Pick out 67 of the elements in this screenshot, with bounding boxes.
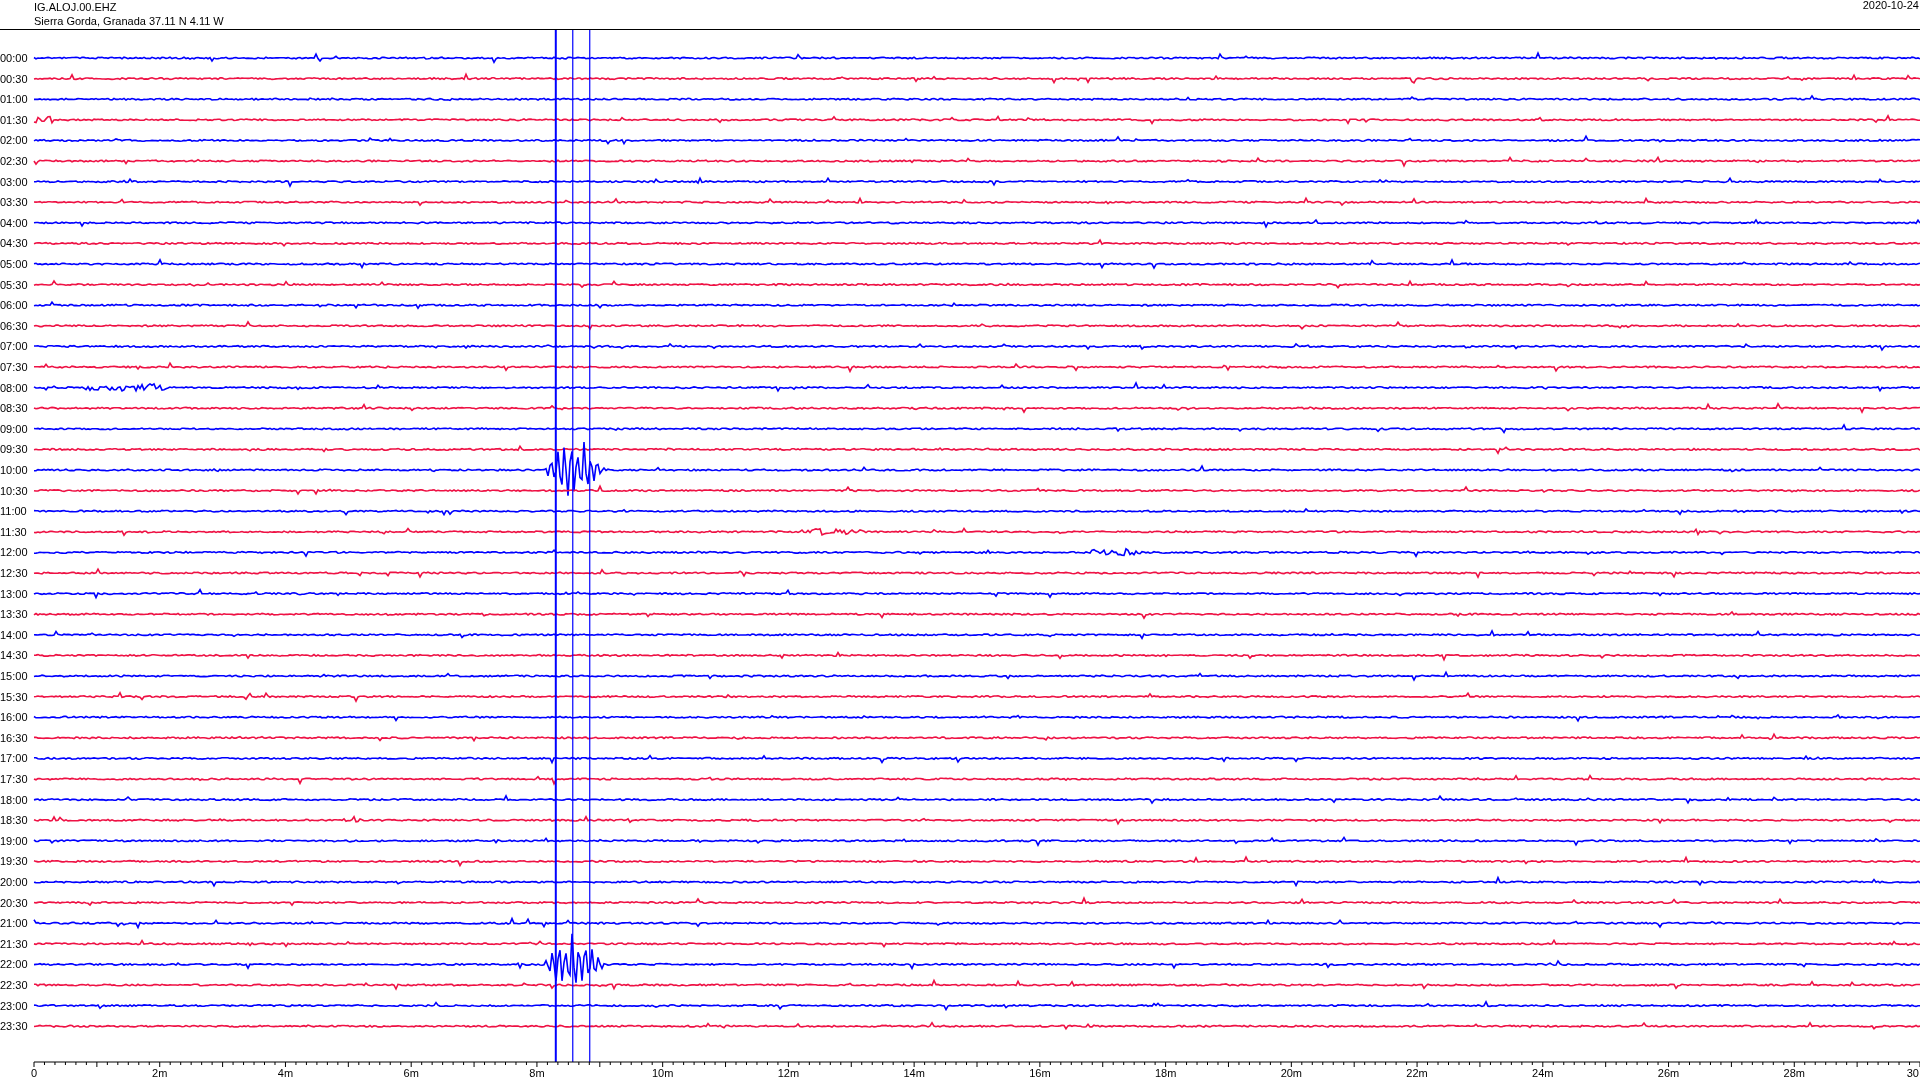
time-label: 00:30 <box>0 72 28 85</box>
time-label: 08:30 <box>0 402 28 415</box>
axis-tick-label: 2m <box>152 1067 168 1079</box>
time-label: 14:30 <box>0 649 28 662</box>
time-label: 07:30 <box>0 361 28 373</box>
time-label: 00:00 <box>0 52 28 64</box>
time-label: 15:30 <box>0 690 28 703</box>
time-label: 20:00 <box>0 876 28 888</box>
time-label: 01:00 <box>0 93 28 106</box>
time-label: 10:00 <box>0 464 28 476</box>
time-label: 23:00 <box>0 999 28 1012</box>
axis-tick-label: 18m <box>1154 1067 1177 1079</box>
time-label: 13:00 <box>0 587 28 600</box>
time-label: 21:30 <box>0 937 28 950</box>
time-label: 06:30 <box>0 319 28 332</box>
time-label: 02:30 <box>0 155 28 167</box>
station-code: IG.ALOJ.00.EHZ <box>34 0 118 14</box>
time-label: 16:00 <box>0 711 28 724</box>
axis-tick-label: 20m <box>1280 1067 1303 1079</box>
time-label: 15:00 <box>0 670 28 682</box>
time-label: 19:00 <box>0 834 28 847</box>
time-label: 02:00 <box>0 134 28 147</box>
time-label: 09:30 <box>0 443 28 456</box>
axis-tick-label: 24m <box>1532 1067 1554 1079</box>
axis-tick-label: 0 <box>30 1067 38 1079</box>
axis-tick-label: 16m <box>1029 1067 1051 1079</box>
time-label: 17:00 <box>0 752 28 765</box>
time-label: 11:00 <box>0 505 27 518</box>
axis-tick-label: 4m <box>277 1067 294 1079</box>
axis-tick-label: 10m <box>651 1067 674 1079</box>
time-label: 12:00 <box>0 546 28 559</box>
time-label: 10:30 <box>0 484 28 497</box>
axis-tick-label: 6m <box>403 1067 419 1079</box>
plot-date: 2020-10-24 <box>1862 0 1920 13</box>
time-label: 22:00 <box>0 958 28 971</box>
time-label: 16:30 <box>0 731 28 744</box>
time-label: 05:30 <box>0 278 28 291</box>
time-label: 21:00 <box>0 917 28 930</box>
time-label: 22:30 <box>0 979 28 991</box>
axis-tick-label: 22m <box>1406 1067 1428 1079</box>
time-label: 03:00 <box>0 175 28 188</box>
time-label: 05:00 <box>0 258 28 270</box>
time-label: 17:30 <box>0 773 28 785</box>
time-label: 20:30 <box>0 896 28 909</box>
time-label: 19:30 <box>0 855 28 868</box>
time-label: 09:00 <box>0 422 28 435</box>
time-label: 14:00 <box>0 628 28 641</box>
axis-tick-label: 26m <box>1657 1067 1680 1079</box>
axis-tick-label: 8m <box>529 1067 545 1079</box>
time-label: 04:00 <box>0 216 28 229</box>
time-label: 18:00 <box>0 793 28 806</box>
time-label: 01:30 <box>0 113 28 126</box>
time-label: 18:30 <box>0 814 28 827</box>
axis-tick-label: 28m <box>1783 1067 1805 1079</box>
axis-tick-label: 14m <box>903 1067 925 1079</box>
time-label: 07:00 <box>0 340 28 353</box>
time-label: 12:30 <box>0 567 28 579</box>
time-label: 13:30 <box>0 608 28 621</box>
time-label: 04:30 <box>0 237 28 250</box>
time-label: 08:00 <box>0 381 28 394</box>
axis-tick-label: 12m <box>777 1067 800 1079</box>
time-label: 23:30 <box>0 1020 28 1033</box>
axis-tick-label: 30 <box>1906 1067 1919 1079</box>
station-location: Sierra Gorda, Granada 37.11 N 4.11 W <box>34 14 224 28</box>
time-label: 06:00 <box>0 299 28 312</box>
time-label: 11:30 <box>0 525 27 538</box>
time-label: 03:30 <box>0 196 28 209</box>
